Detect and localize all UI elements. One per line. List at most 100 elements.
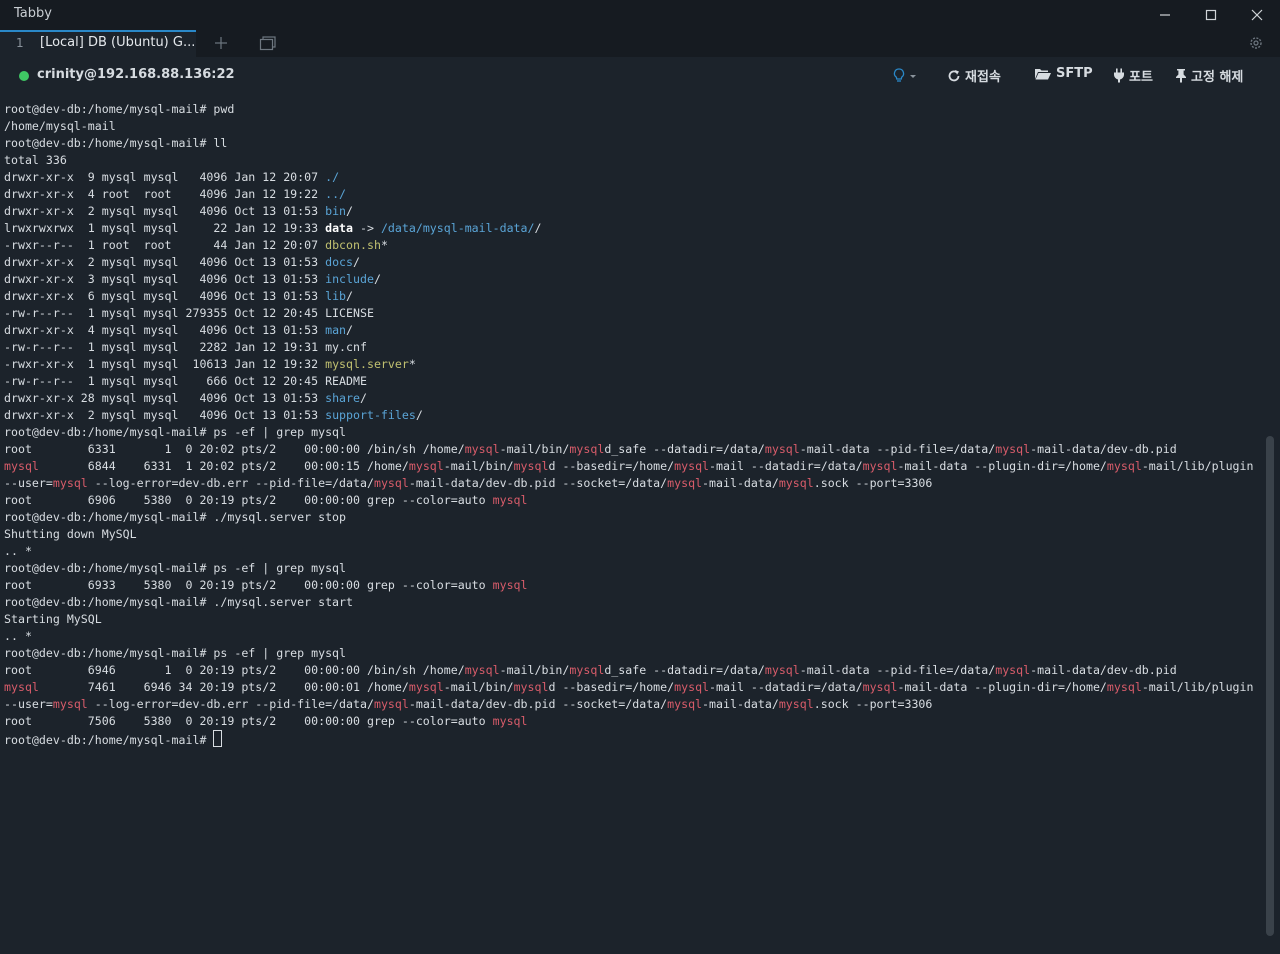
terminal-line: lrwxrwxrwx 1 mysql mysql 22 Jan 12 19:33… bbox=[4, 220, 1264, 237]
terminal-text: / bbox=[346, 323, 354, 337]
terminal-text: / bbox=[373, 272, 381, 286]
terminal-text: bin bbox=[325, 204, 347, 218]
terminal-text: --log-error=dev-db.err --pid-file=/data/ bbox=[87, 476, 374, 490]
terminal-line: drwxr-xr-x 2 mysql mysql 4096 Oct 13 01:… bbox=[4, 407, 1264, 424]
terminal-scrollbar-thumb[interactable] bbox=[1266, 436, 1274, 936]
terminal-text: -mail-data --pid-file=/data/ bbox=[799, 442, 996, 456]
terminal-output[interactable]: root@dev-db:/home/mysql-mail# pwd/home/m… bbox=[0, 101, 1264, 951]
terminal-text: -mail/bin/ bbox=[443, 459, 514, 473]
terminal-text: -rw-r--r-- 1 mysql mysql 2282 Jan 12 19:… bbox=[4, 340, 367, 354]
terminal-line: root 6906 5380 0 20:19 pts/2 00:00:00 gr… bbox=[4, 492, 1264, 509]
terminal-text: mysql bbox=[667, 476, 703, 490]
hint-button[interactable] bbox=[893, 68, 917, 83]
tab-db-ubuntu[interactable]: 1 [Local] DB (Ubuntu) G... bbox=[0, 30, 196, 57]
close-button[interactable] bbox=[1234, 0, 1280, 30]
ports-button[interactable]: 포트 bbox=[1113, 66, 1153, 85]
unpin-label: 고정 해제 bbox=[1191, 70, 1244, 85]
terminal-text: .. * bbox=[4, 629, 32, 643]
terminal-text: Starting MySQL bbox=[4, 612, 102, 626]
plug-icon bbox=[1114, 68, 1124, 83]
terminal-line: root 6946 1 0 20:19 pts/2 00:00:00 /bin/… bbox=[4, 662, 1264, 679]
terminal-text: / bbox=[346, 204, 354, 218]
terminal-text: -mail/lib/plugin bbox=[1141, 680, 1254, 694]
lightbulb-icon bbox=[893, 68, 905, 82]
terminal-text: mysql bbox=[492, 578, 528, 592]
terminal-text: mysql bbox=[513, 680, 549, 694]
terminal-text: * bbox=[408, 357, 416, 371]
terminal-line: root@dev-db:/home/mysql-mail# ps -ef | g… bbox=[4, 560, 1264, 577]
caret-down-icon bbox=[910, 74, 916, 78]
terminal-text: mysql bbox=[764, 442, 800, 456]
terminal-text: mysql bbox=[513, 459, 549, 473]
terminal-text: / bbox=[415, 408, 423, 422]
terminal-line: -rwxr-xr-x 1 mysql mysql 10613 Jan 12 19… bbox=[4, 356, 1264, 373]
terminal-text: mysql bbox=[1106, 680, 1142, 694]
profiles-button[interactable] bbox=[259, 32, 277, 56]
terminal-text: mysql bbox=[1106, 459, 1142, 473]
unpin-button[interactable]: 고정 해제 bbox=[1175, 66, 1243, 85]
terminal-text: -mail --datadir=/data/ bbox=[709, 459, 863, 473]
terminal-text: -> bbox=[353, 221, 381, 235]
terminal-text: drwxr-xr-x 28 mysql mysql 4096 Oct 13 01… bbox=[4, 391, 326, 405]
terminal-text: d_safe --datadir=/data/ bbox=[604, 442, 765, 456]
terminal-line: root 7506 5380 0 20:19 pts/2 00:00:00 gr… bbox=[4, 713, 1264, 730]
terminal-text: -mail-data --plugin-dir=/home/ bbox=[897, 680, 1107, 694]
terminal-text: --user= bbox=[4, 697, 53, 711]
settings-button[interactable] bbox=[1248, 32, 1264, 56]
terminal-line: root@dev-db:/home/mysql-mail# pwd bbox=[4, 101, 1264, 118]
terminal-text: share bbox=[325, 391, 360, 405]
terminal-text: root@dev-db:/home/mysql-mail# ps -ef | g… bbox=[4, 646, 347, 660]
terminal-text: drwxr-xr-x 2 mysql mysql 4096 Oct 13 01:… bbox=[4, 408, 326, 422]
terminal-text: support-files bbox=[325, 408, 416, 422]
terminal-text: -mail --datadir=/data/ bbox=[709, 680, 863, 694]
terminal-text: root 6933 5380 0 20:19 pts/2 00:00:00 gr… bbox=[4, 578, 493, 592]
terminal-text: root@dev-db:/home/mysql-mail# ps -ef | g… bbox=[4, 561, 347, 575]
terminal-text: lrwxrwxrwx 1 mysql mysql 22 Jan 12 19:33 bbox=[4, 221, 326, 235]
terminal-text: lib bbox=[325, 289, 347, 303]
terminal-text: / bbox=[346, 289, 354, 303]
terminal-text: mysql bbox=[995, 442, 1031, 456]
title-bar: Tabby bbox=[0, 0, 1280, 30]
terminal-line: mysql 6844 6331 1 20:02 pts/2 00:00:15 /… bbox=[4, 458, 1264, 475]
minimize-button[interactable] bbox=[1142, 0, 1188, 30]
terminal-line: root@dev-db:/home/mysql-mail# ll bbox=[4, 135, 1264, 152]
sftp-button[interactable]: SFTP bbox=[1034, 66, 1093, 81]
terminal-text: root@dev-db:/home/mysql-mail# bbox=[4, 733, 214, 747]
pin-icon bbox=[1176, 69, 1186, 83]
tab-number: 1 bbox=[16, 36, 24, 50]
terminal-text: mysql bbox=[674, 680, 710, 694]
terminal-line: drwxr-xr-x 28 mysql mysql 4096 Oct 13 01… bbox=[4, 390, 1264, 407]
terminal-text: docs bbox=[325, 255, 354, 269]
terminal-line: --user=mysql --log-error=dev-db.err --pi… bbox=[4, 696, 1264, 713]
terminal-text: drwxr-xr-x 2 mysql mysql 4096 Oct 13 01:… bbox=[4, 204, 326, 218]
terminal-text: -mail-data --pid-file=/data/ bbox=[799, 663, 996, 677]
terminal-text: drwxr-xr-x 2 mysql mysql 4096 Oct 13 01:… bbox=[4, 255, 326, 269]
terminal-text: mysql bbox=[778, 697, 814, 711]
terminal-line: root@dev-db:/home/mysql-mail# bbox=[4, 730, 1264, 747]
terminal-text: root 6946 1 0 20:19 pts/2 00:00:00 /bin/… bbox=[4, 663, 465, 677]
folder-open-icon bbox=[1035, 68, 1051, 79]
terminal-text: drwxr-xr-x 3 mysql mysql 4096 Oct 13 01:… bbox=[4, 272, 326, 286]
terminal-text: mysql bbox=[464, 442, 500, 456]
terminal-text: /data/mysql-mail-data/ bbox=[380, 221, 535, 235]
terminal-text: man bbox=[325, 323, 347, 337]
terminal-line: root 6331 1 0 20:02 pts/2 00:00:00 /bin/… bbox=[4, 441, 1264, 458]
terminal-text: mysql bbox=[4, 680, 39, 694]
terminal-text: mysql bbox=[492, 714, 528, 728]
reconnect-button[interactable]: 재접속 bbox=[947, 66, 1001, 85]
terminal-line: drwxr-xr-x 2 mysql mysql 4096 Oct 13 01:… bbox=[4, 203, 1264, 220]
terminal-text: root@dev-db:/home/mysql-mail# ./mysql.se… bbox=[4, 595, 354, 609]
terminal-text: mysql bbox=[569, 442, 605, 456]
reconnect-label: 재접속 bbox=[965, 70, 1001, 85]
maximize-button[interactable] bbox=[1188, 0, 1234, 30]
terminal-text: .sock --port=3306 bbox=[813, 476, 933, 490]
terminal-line: drwxr-xr-x 9 mysql mysql 4096 Jan 12 20:… bbox=[4, 169, 1264, 186]
minimize-icon bbox=[1160, 14, 1170, 16]
reload-icon bbox=[948, 69, 960, 81]
terminal-text: -mail-data/dev-db.pid bbox=[1030, 663, 1177, 677]
terminal-text: .. * bbox=[4, 544, 32, 558]
terminal-text: root@dev-db:/home/mysql-mail# ./mysql.se… bbox=[4, 510, 347, 524]
terminal-text: -mail-data/ bbox=[702, 697, 779, 711]
terminal-text: 6844 6331 1 20:02 pts/2 00:00:15 /home/ bbox=[38, 459, 409, 473]
new-tab-button[interactable] bbox=[214, 32, 228, 56]
